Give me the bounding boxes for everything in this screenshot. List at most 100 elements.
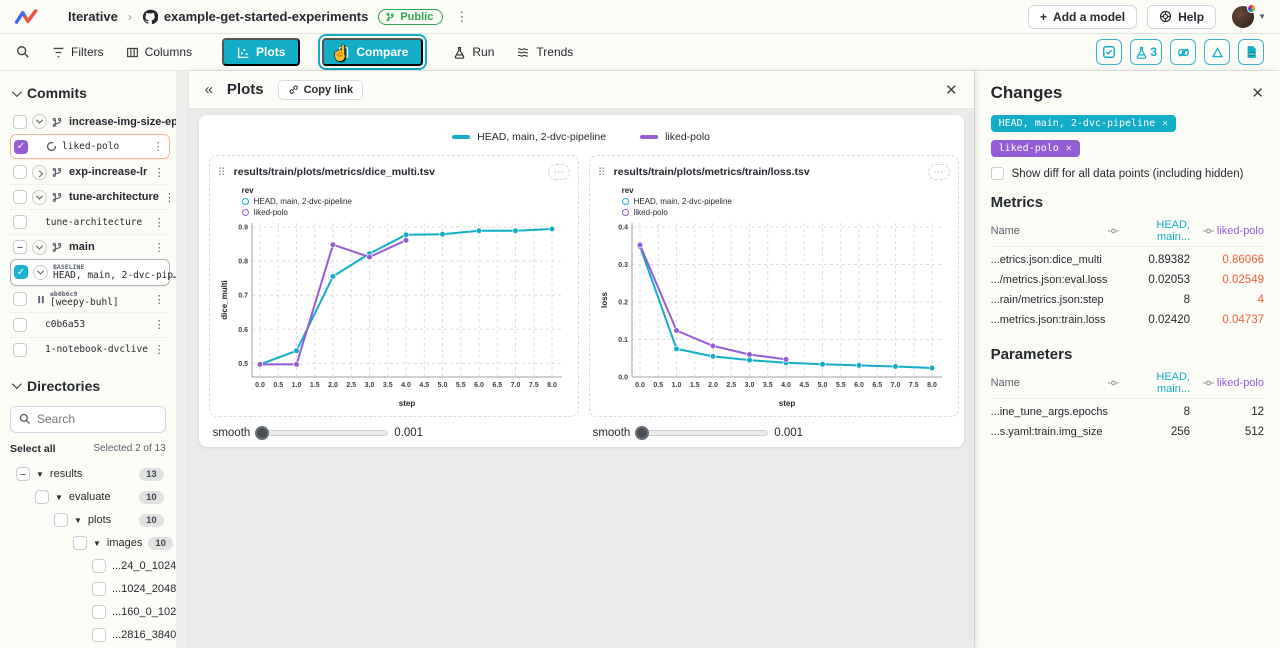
trends-button[interactable]: Trends [516, 45, 573, 59]
add-model-button[interactable]: + Add a model [1028, 5, 1137, 29]
hide-experiments-button[interactable] [1170, 39, 1196, 65]
commit-row[interactable]: exp-increase-lr⋮ [10, 159, 170, 184]
column-head-rev[interactable]: HEAD, main... [1108, 371, 1190, 395]
brand-name[interactable]: Iterative [68, 9, 118, 24]
repo-breadcrumb[interactable]: example-get-started-experiments [142, 9, 368, 25]
row-menu-button[interactable]: ⋮ [164, 191, 177, 204]
tree-row[interactable]: ...1024_2048.png [10, 578, 170, 601]
experiments-count-button[interactable]: 3 [1130, 39, 1162, 65]
chevron-down-icon[interactable] [32, 114, 47, 129]
delta-button[interactable] [1204, 39, 1230, 65]
checkbox[interactable] [92, 559, 106, 573]
tree-expander-icon[interactable]: ▼ [55, 493, 63, 502]
commits-section-header[interactable]: Commits [10, 79, 170, 109]
show-diff-checkbox[interactable] [991, 167, 1004, 180]
checkbox[interactable] [13, 215, 27, 229]
tree-row[interactable]: ▼evaluate10 [10, 486, 170, 509]
chevron-down-icon[interactable] [32, 190, 47, 205]
chevron-down-icon[interactable] [33, 265, 48, 280]
chevron-right-icon[interactable] [32, 165, 47, 180]
checkbox[interactable]: – [13, 240, 27, 254]
tree-row[interactable]: ...160_0_1024.png [10, 601, 170, 624]
chevron-down-icon[interactable] [32, 240, 47, 255]
line-chart[interactable]: 0.00.51.01.52.02.53.03.54.04.55.05.56.06… [598, 217, 950, 409]
search-input[interactable] [37, 412, 147, 426]
column-head-rev[interactable]: HEAD, main... [1108, 219, 1190, 243]
chart-card[interactable]: ⠿ results/train/plots/metrics/train/loss… [589, 155, 959, 417]
row-menu-button[interactable]: ⋮ [154, 343, 167, 356]
checkbox[interactable] [92, 582, 106, 596]
collapse-panel-button[interactable]: « [205, 81, 213, 98]
checkbox[interactable]: – [16, 467, 30, 481]
directories-section-header[interactable]: Directories [10, 372, 170, 402]
checkbox[interactable] [92, 605, 106, 619]
columns-button[interactable]: Columns [126, 45, 192, 59]
repo-menu-button[interactable]: ⋮ [455, 9, 469, 25]
slider-knob[interactable] [255, 426, 269, 440]
search-icon[interactable] [16, 45, 30, 59]
export-csv-button[interactable]: CSV [1238, 39, 1264, 65]
close-icon[interactable]: ✕ [1066, 143, 1072, 154]
tree-row[interactable]: ...2816_3840.png [10, 624, 170, 647]
run-button[interactable]: Run [453, 45, 494, 59]
revision-badge[interactable]: HEAD, main, 2-dvc-pipeline✕ [991, 115, 1177, 132]
checkbox[interactable] [13, 190, 27, 204]
commit-row[interactable]: tune-architecture⋮ [10, 209, 170, 234]
commit-row[interactable]: eb0b6c9[weepy-buhl]⋮ [10, 286, 170, 312]
row-menu-button[interactable]: ⋮ [154, 318, 167, 331]
line-chart[interactable]: 0.00.51.01.52.02.53.03.54.04.55.05.56.06… [218, 217, 570, 409]
checkbox[interactable] [13, 165, 27, 179]
tree-expander-icon[interactable]: ▼ [36, 470, 44, 479]
smooth-slider[interactable] [256, 430, 388, 436]
checkbox[interactable] [13, 318, 27, 332]
commit-row[interactable]: ✓BASELINEHEAD, main, 2-dvc-pip…⋮ [10, 259, 170, 286]
commit-row[interactable]: –main⋮ [10, 234, 170, 259]
copy-link-button[interactable]: Copy link [278, 80, 364, 100]
checkbox[interactable] [92, 628, 106, 642]
tree-row[interactable]: ▼plots10 [10, 509, 170, 532]
commit-row[interactable]: c0b6a53⋮ [10, 312, 170, 337]
commit-row[interactable]: increase-img-size-epochs [10, 109, 170, 134]
help-button[interactable]: Help [1147, 5, 1216, 29]
checkbox[interactable] [13, 115, 27, 129]
revision-badge[interactable]: liked-polo✕ [991, 140, 1080, 157]
row-menu-button[interactable]: ⋮ [153, 140, 166, 153]
chart-menu-button[interactable]: ⋯ [928, 164, 950, 180]
checkbox[interactable] [13, 343, 27, 357]
column-compare-rev[interactable]: liked-polo [1190, 377, 1264, 389]
directories-search[interactable] [10, 406, 166, 433]
tree-row[interactable]: –▼results13 [10, 463, 170, 486]
commit-row[interactable]: ✓liked-polo⋮ [10, 134, 170, 159]
user-menu[interactable]: ▼ [1232, 6, 1266, 28]
drag-handle-icon[interactable]: ⠿ [218, 166, 226, 179]
row-menu-button[interactable]: ⋮ [154, 293, 167, 306]
checkbox[interactable] [73, 536, 87, 550]
smooth-slider[interactable] [636, 430, 768, 436]
row-menu-button[interactable]: ⋮ [154, 241, 167, 254]
close-plots-button[interactable]: ✕ [945, 81, 958, 99]
tree-row[interactable]: ▼images10 [10, 532, 170, 555]
close-changes-button[interactable]: ✕ [1251, 84, 1264, 102]
checkbox[interactable] [54, 513, 68, 527]
tree-expander-icon[interactable]: ▼ [74, 516, 82, 525]
commit-row[interactable]: 1-notebook-dvclive⋮ [10, 337, 170, 362]
scrollbar-strip[interactable] [177, 71, 189, 648]
chart-menu-button[interactable]: ⋯ [548, 164, 570, 180]
row-menu-button[interactable]: ⋮ [154, 216, 167, 229]
checkbox[interactable] [35, 490, 49, 504]
commit-row[interactable]: tune-architecture⋮ [10, 184, 170, 209]
plots-button[interactable]: Plots [222, 38, 300, 66]
tree-expander-icon[interactable]: ▼ [93, 539, 101, 548]
checkbox[interactable]: ✓ [14, 265, 28, 279]
chart-card[interactable]: ⠿ results/train/plots/metrics/dice_multi… [209, 155, 579, 417]
tree-row[interactable]: ...24_0_1024.png [10, 555, 170, 578]
close-icon[interactable]: ✕ [1162, 118, 1168, 129]
checkbox[interactable]: ✓ [14, 140, 28, 154]
select-all-link[interactable]: Select all [10, 443, 56, 455]
show-diff-row[interactable]: Show diff for all data points (including… [991, 167, 1264, 180]
checkbox[interactable] [13, 292, 27, 306]
drag-handle-icon[interactable]: ⠿ [598, 166, 606, 179]
select-rows-button[interactable] [1096, 39, 1122, 65]
row-menu-button[interactable]: ⋮ [154, 166, 167, 179]
slider-knob[interactable] [635, 426, 649, 440]
